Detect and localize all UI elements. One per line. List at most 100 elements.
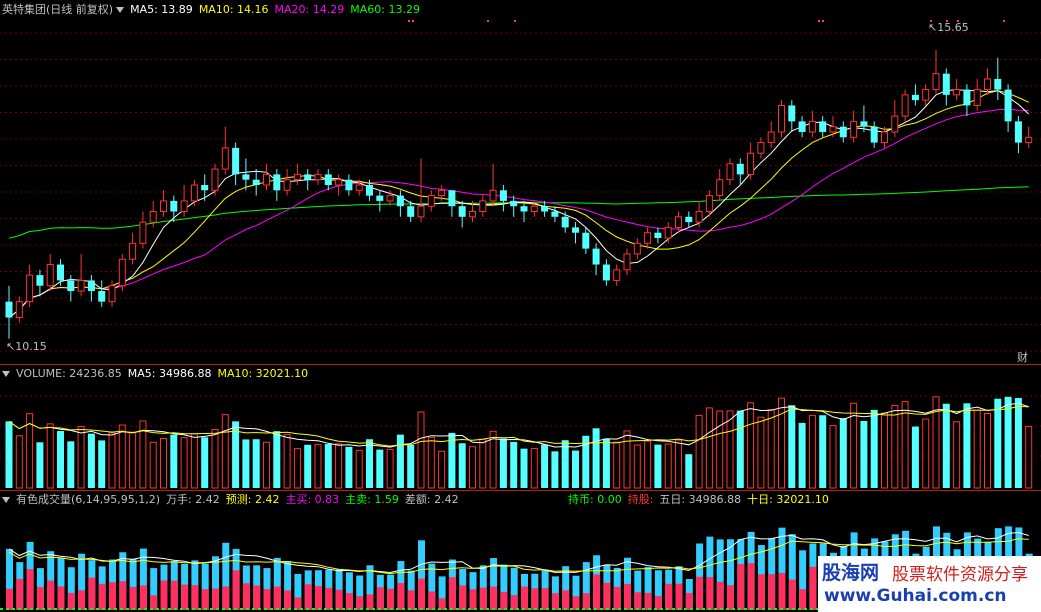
volume-dropdown-icon[interactable] <box>2 371 10 377</box>
indicator-bar-buy <box>356 596 364 610</box>
candle-body-down <box>407 206 415 217</box>
wuri-label: 五日: 34986.88 <box>659 493 742 506</box>
shiri-label: 十日: 32021.10 <box>747 493 829 506</box>
volume-bar-up <box>335 443 343 489</box>
volume-bar-up <box>747 402 755 489</box>
candle-body-up <box>77 279 85 292</box>
candle-body-down <box>499 190 507 201</box>
candle-body-down <box>654 232 662 239</box>
indicator-bar-buy <box>242 583 250 610</box>
volume-bar-down <box>561 440 569 488</box>
candle-body-up <box>15 301 23 319</box>
volume-bar-down <box>304 444 312 488</box>
candle-body-down <box>98 291 106 302</box>
candle-body-down <box>839 126 847 138</box>
volume-bar-up <box>808 414 816 489</box>
candle-body-up <box>438 189 446 197</box>
chigu-label: 持股: <box>627 493 654 506</box>
signal-dot <box>412 20 414 22</box>
volume-bar-down <box>5 421 13 488</box>
volume-bar-down <box>994 398 1002 488</box>
volume-panel[interactable]: VOLUME: 24236.85 MA5: 34986.88 MA10: 32021… <box>0 364 1041 490</box>
volume-bar-down <box>1014 397 1022 488</box>
candle-body-up <box>767 131 775 144</box>
indicator-bar-buy <box>593 574 601 610</box>
volume-bar-down <box>448 432 456 488</box>
volume-bar-up <box>922 418 930 489</box>
watermark-title: 股票软件资源分享 <box>892 565 1028 585</box>
candle-body-up <box>633 242 641 255</box>
indicator-bar-buy <box>6 588 13 610</box>
high-price-marker: ↖15.65 <box>928 21 969 34</box>
volume-bar-down <box>98 440 106 488</box>
candle-body-up <box>180 200 188 213</box>
indicator-bar-buy <box>654 596 662 610</box>
volume-bar-up <box>623 430 631 489</box>
candle-body-down <box>572 227 579 233</box>
wanshou-label: 万手: 2.42 <box>166 493 220 506</box>
indicator-bar-buy <box>232 570 240 610</box>
volume-chart[interactable] <box>0 364 1041 490</box>
indicator-bar-buy <box>624 583 631 610</box>
zhumai2-label: 主卖: 1.59 <box>345 493 399 506</box>
candle-body-up <box>190 184 198 202</box>
volume-ma10-label: MA10: 32021.10 <box>217 367 309 380</box>
volume-bar-up <box>46 423 54 489</box>
volume-bar-up <box>767 409 775 489</box>
volume-bar-down <box>324 444 332 488</box>
volume-bar-up <box>705 407 713 489</box>
candle-body-up <box>1025 136 1033 144</box>
candle-body-up <box>417 205 425 218</box>
price-panel[interactable]: 英特集团(日线 前复权) MA5: 13.89 MA10: 14.16 MA20: 1… <box>0 0 1041 364</box>
price-chart[interactable] <box>0 0 1041 364</box>
candle-body-down <box>551 211 559 217</box>
signal-dot <box>408 20 410 22</box>
volume-bar-up <box>190 433 198 489</box>
candle-body-down <box>602 264 610 281</box>
volume-bar-up <box>469 446 476 489</box>
indicator-bar-buy <box>603 582 611 610</box>
volume-bar-up <box>973 409 981 489</box>
indicator-bar-buy <box>716 581 724 610</box>
candle-body-down <box>273 174 281 191</box>
candle-body-up <box>901 94 909 117</box>
signal-dot <box>487 20 489 22</box>
candle-body-up <box>283 179 291 191</box>
indicator-bar-buy <box>562 590 570 610</box>
candle-body-down <box>345 179 353 191</box>
candle-body-up <box>108 285 116 303</box>
volume-bar-down <box>819 415 827 488</box>
volume-bar-down <box>67 441 75 488</box>
volume-bar-down <box>860 420 868 488</box>
volume-bar-up <box>1025 426 1033 489</box>
volume-bar-down <box>87 433 95 488</box>
volume-bar-up <box>221 414 229 489</box>
indicator-bar-buy <box>706 576 714 610</box>
candle-body-down <box>1004 89 1012 122</box>
candle-body-up <box>973 89 981 106</box>
candle-body-up <box>211 168 219 191</box>
low-price-value: 10.15 <box>15 340 47 353</box>
legend-dropdown-icon[interactable] <box>116 7 125 13</box>
volume-bar-down <box>36 442 44 488</box>
candle-body-up <box>263 173 270 186</box>
volume-bar-up <box>829 425 837 489</box>
candle-body-up <box>850 120 858 138</box>
signal-dot <box>1003 20 1005 22</box>
ma10-label: MA10: 14.16 <box>198 3 269 16</box>
zhumai-label: 主买: 0.83 <box>285 493 340 506</box>
indicator-dropdown-icon[interactable] <box>2 497 10 503</box>
volume-bar-down <box>541 444 549 488</box>
volume-bar-up <box>386 448 394 489</box>
candle-body-up <box>129 242 137 260</box>
volume-bar-up <box>427 436 435 489</box>
candle-body-up <box>695 211 703 223</box>
indicator-bar-buy <box>88 577 96 610</box>
volume-bar-up <box>293 448 301 489</box>
volume-bar-up <box>417 411 425 489</box>
finance-tag[interactable]: 财 <box>1017 349 1028 365</box>
candle-body-up <box>335 179 343 186</box>
volume-bar-up <box>613 441 621 489</box>
indicator-bar-buy <box>273 586 281 610</box>
candle-body-down <box>911 94 919 101</box>
